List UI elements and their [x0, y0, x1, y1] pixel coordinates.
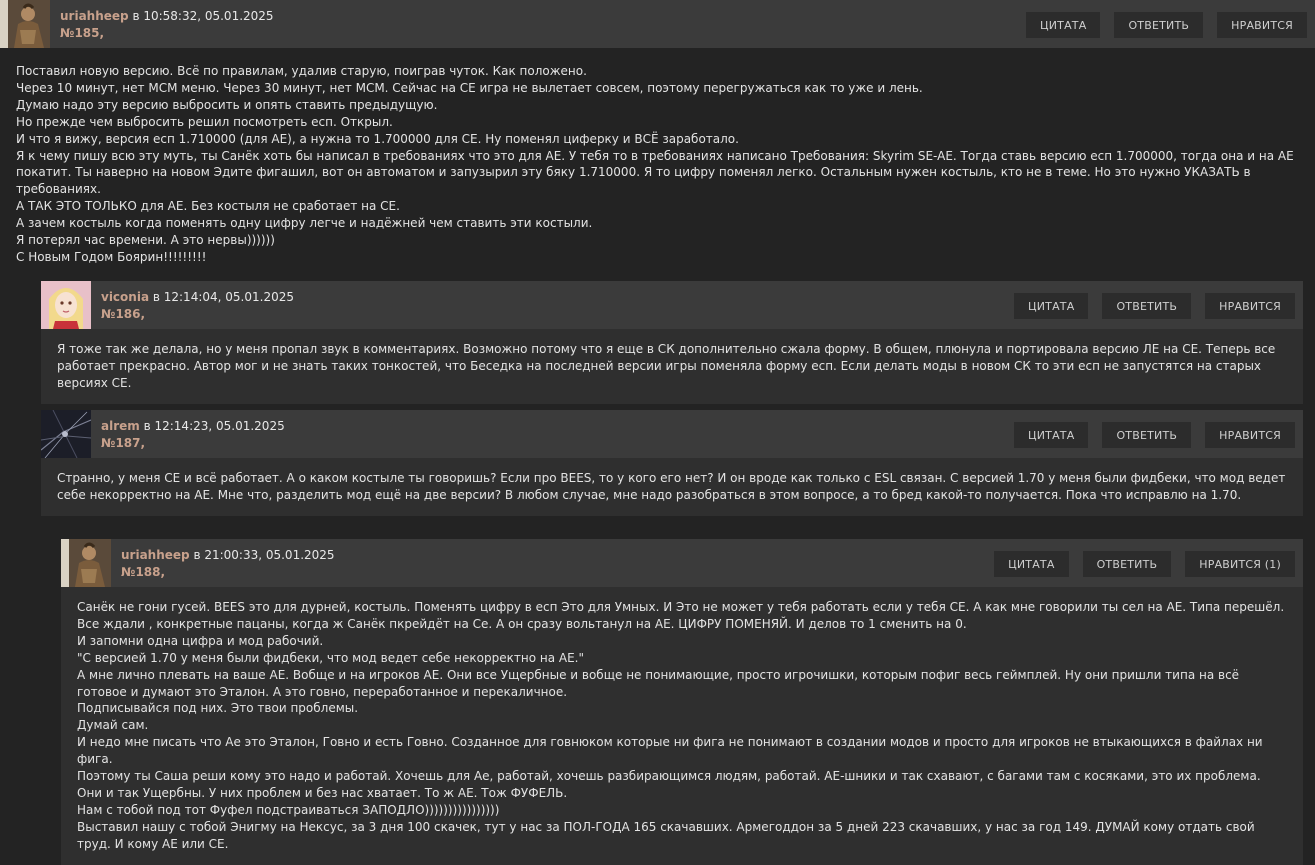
comment-date: в 21:00:33, 05.01.2025: [189, 548, 335, 562]
quote-button[interactable]: ЦИТАТА: [1013, 422, 1089, 448]
comment-line: Странно, у меня СЕ и всё работает. А о к…: [57, 471, 1286, 502]
comment-185: uriahheep в 10:58:32, 05.01.2025 №185, Ц…: [0, 0, 1315, 276]
comment-meta: uriahheep в 10:58:32, 05.01.2025 №185,: [60, 8, 274, 42]
comment-188: uriahheep в 21:00:33, 05.01.2025 №188, Ц…: [61, 539, 1303, 865]
avatar[interactable]: [61, 539, 111, 587]
comment-body: Странно, у меня СЕ и всё работает. А о к…: [41, 458, 1303, 516]
comment-line: Выставил нашу с тобой Энигму на Нексус, …: [77, 819, 1255, 851]
author-name[interactable]: uriahheep: [121, 548, 190, 562]
comment-line: С Новым Годом Боярин!!!!!!!!!: [16, 249, 207, 264]
comment-header: uriahheep в 10:58:32, 05.01.2025 №185, Ц…: [0, 0, 1315, 48]
author-name[interactable]: viconia: [101, 290, 149, 304]
comment-date: в 10:58:32, 05.01.2025: [128, 9, 274, 23]
comment-meta: alrem в 12:14:23, 05.01.2025 №187,: [101, 418, 285, 452]
quote-button[interactable]: ЦИТАТА: [1013, 293, 1089, 319]
comment-line: Я к чему пишу всю эту муть, ты Санёк хот…: [16, 148, 1294, 197]
comment-number[interactable]: №188,: [121, 564, 335, 581]
reply-button[interactable]: ОТВЕТИТЬ: [1102, 293, 1192, 319]
avatar[interactable]: [41, 281, 91, 329]
comment-line: Думай сам.: [77, 718, 149, 733]
comment-line: Санёк не гони гусей. BEES это для дурней…: [77, 600, 1285, 631]
comment-186: viconia в 12:14:04, 05.01.2025 №186, ЦИТ…: [41, 281, 1303, 404]
comment-header: uriahheep в 21:00:33, 05.01.2025 №188, Ц…: [61, 539, 1303, 587]
comment-number[interactable]: №185,: [60, 25, 274, 42]
comment-line: Поставил новую версию. Всё по правилам, …: [16, 64, 587, 78]
comment-line: А мне лично плевать на ваше АЕ. Вобще и …: [77, 667, 1240, 699]
comment-line: Поэтому ты Саша реши кому это надо и раб…: [77, 769, 1261, 800]
comment-actions: ЦИТАТА ОТВЕТИТЬ НРАВИТСЯ: [1025, 12, 1307, 38]
author-name[interactable]: uriahheep: [60, 9, 129, 23]
avatar[interactable]: [0, 0, 50, 48]
reply-button[interactable]: ОТВЕТИТЬ: [1082, 551, 1172, 577]
quote-button[interactable]: ЦИТАТА: [1025, 12, 1101, 38]
comment-body: Я тоже так же делала, но у меня пропал з…: [41, 329, 1303, 404]
comment-body: Санёк не гони гусей. BEES это для дурней…: [61, 587, 1303, 865]
like-button[interactable]: НРАВИТСЯ (1): [1185, 551, 1295, 577]
reply-button[interactable]: ОТВЕТИТЬ: [1102, 422, 1192, 448]
comment-date: в 12:14:23, 05.01.2025: [139, 419, 285, 433]
author-name[interactable]: alrem: [101, 419, 140, 433]
comment-meta: uriahheep в 21:00:33, 05.01.2025 №188,: [121, 547, 335, 581]
like-button[interactable]: НРАВИТСЯ: [1217, 12, 1307, 38]
quote-button[interactable]: ЦИТАТА: [994, 551, 1069, 577]
comment-line: "С версией 1.70 у меня были фидбеки, что…: [77, 650, 584, 665]
comment-header: alrem в 12:14:23, 05.01.2025 №187, ЦИТАТ…: [41, 410, 1303, 458]
comment-line: Но прежде чем выбросить решил посмотреть…: [16, 114, 393, 129]
comment-line: Я потерял час времени. А это нервы)))))): [16, 233, 275, 248]
comment-line: А зачем костыль когда поменять одну цифр…: [16, 216, 593, 231]
comment-date: в 12:14:04, 05.01.2025: [149, 290, 294, 304]
like-button[interactable]: НРАВИТСЯ: [1205, 293, 1295, 319]
comment-actions: ЦИТАТА ОТВЕТИТЬ НРАВИТСЯ: [1013, 293, 1295, 319]
comment-line: И недо мне писать что Ае это Эталон, Гов…: [77, 735, 1263, 767]
comment-body: Поставил новую версию. Всё по правилам, …: [0, 48, 1315, 276]
comment-line: Подписывайся под них. Это твои проблемы.: [77, 701, 359, 716]
comment-number[interactable]: №186,: [101, 306, 294, 323]
avatar[interactable]: [41, 410, 91, 458]
comment-meta: viconia в 12:14:04, 05.01.2025 №186,: [101, 289, 294, 323]
comment-187: alrem в 12:14:23, 05.01.2025 №187, ЦИТАТ…: [41, 410, 1303, 516]
comment-actions: ЦИТАТА ОТВЕТИТЬ НРАВИТСЯ: [1013, 422, 1295, 448]
comment-line: Через 10 минут, нет МСМ меню. Через 30 м…: [16, 80, 923, 95]
comment-line: Я тоже так же делала, но у меня пропал з…: [57, 342, 1276, 390]
comment-line: Нам с тобой под тот Фуфел подстраиваться…: [77, 802, 500, 817]
comment-line: Думаю надо эту версию выбросить и опять …: [16, 97, 438, 112]
comment-number[interactable]: №187,: [101, 435, 285, 452]
like-button[interactable]: НРАВИТСЯ: [1205, 422, 1295, 448]
comment-header: viconia в 12:14:04, 05.01.2025 №186, ЦИТ…: [41, 281, 1303, 329]
comment-line: А ТАК ЭТО ТОЛЬКО для АЕ. Без костыля не …: [16, 199, 400, 214]
comment-line: И запомни одна цифра и мод рабочий.: [77, 633, 324, 648]
reply-button[interactable]: ОТВЕТИТЬ: [1114, 12, 1204, 38]
comment-actions: ЦИТАТА ОТВЕТИТЬ НРАВИТСЯ (1): [994, 551, 1295, 577]
comment-line: И что я вижу, версия есп 1.710000 (для А…: [16, 131, 739, 146]
